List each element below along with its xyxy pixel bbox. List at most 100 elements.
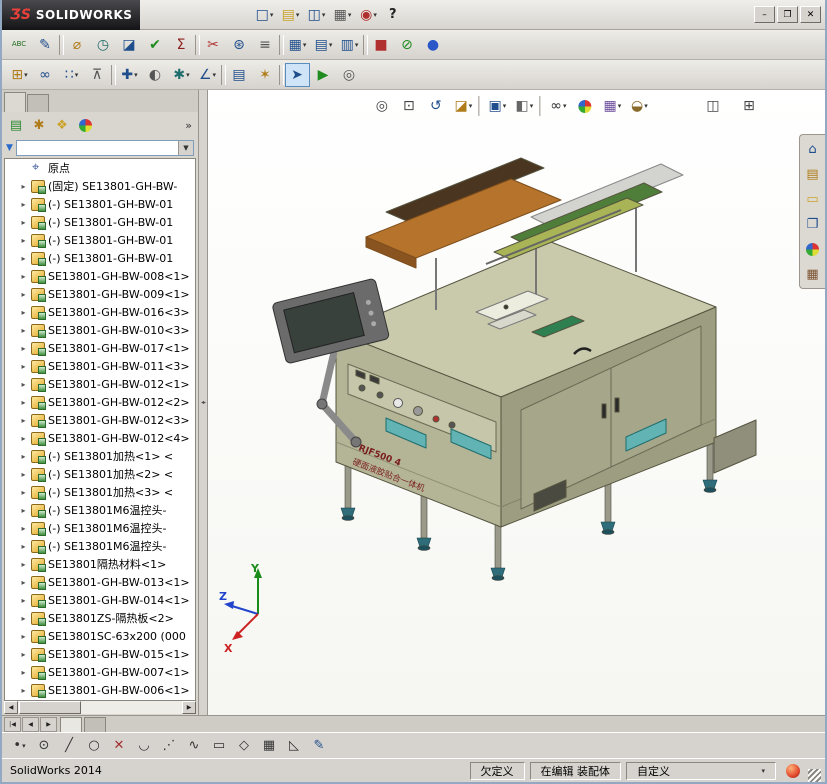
graphics-viewport[interactable]: ◎ ⊡ ↺ ◪ ▾ ▣ ▾ ◧ ▾ ∞ ▾ ▦ ▾ ◒ ▾ ◫ ⊞ RJF500… <box>208 90 825 715</box>
menu-item[interactable] <box>200 12 214 18</box>
expand-arrow-icon[interactable]: ▸ <box>19 308 28 317</box>
menu-item[interactable] <box>158 12 172 18</box>
menu-item[interactable] <box>172 12 186 18</box>
scroll-right-arrow-icon[interactable]: ▶ <box>182 701 196 714</box>
dimxpert-button[interactable]: ≡ <box>253 33 278 57</box>
exploded-view-button[interactable]: ✶ <box>253 63 278 87</box>
tree-item[interactable]: ▸ (-) SE13801-GH-BW-01 <box>5 213 195 231</box>
dropdown-arrow-icon[interactable]: ▾ <box>24 71 28 79</box>
configurationmanager-icon[interactable]: ❖ <box>52 115 72 135</box>
displaymanager-icon[interactable] <box>75 115 95 135</box>
dropdown-arrow-icon[interactable]: ▾ <box>373 11 377 19</box>
tree-item[interactable]: ▸ SE13801-GH-BW-012<1> <box>5 375 195 393</box>
panel-tab[interactable] <box>27 94 49 112</box>
tree-filter-combo[interactable]: ▼ <box>15 140 194 156</box>
tree-item[interactable]: ▸ SE13801-GH-BW-010<3> <box>5 321 195 339</box>
splitter-grip-icon[interactable]: ◂▸ <box>201 399 206 406</box>
expand-arrow-icon[interactable]: ▸ <box>19 614 28 623</box>
expand-arrow-icon[interactable]: ▸ <box>19 236 28 245</box>
dropdown-arrow-icon[interactable]: ▾ <box>469 102 473 110</box>
expand-arrow-icon[interactable]: ▸ <box>19 182 28 191</box>
options-button[interactable]: ◉ ▾ <box>356 3 381 27</box>
collapse-taskpane-button[interactable]: ⊞ <box>739 96 759 116</box>
expand-arrow-icon[interactable]: ▸ <box>19 686 28 695</box>
dropdown-arrow-icon[interactable]: ▾ <box>270 11 274 19</box>
tree-item[interactable]: ▸ (-) SE13801加热<2> < <box>5 465 195 483</box>
tree-item[interactable]: ▸ SE13801-GH-BW-012<2> <box>5 393 195 411</box>
tree-item[interactable]: ▸ SE13801-GH-BW-011<3> <box>5 357 195 375</box>
reference-geometry-button[interactable]: ∠ ▾ <box>195 63 220 87</box>
scrollbar-thumb[interactable] <box>19 701 81 714</box>
equations-button[interactable]: Σ <box>169 33 194 57</box>
bill-of-materials-button[interactable]: ▤ <box>227 63 252 87</box>
featuremanager-design-tree-icon[interactable]: ▤ <box>6 115 26 135</box>
dropdown-arrow-icon[interactable]: ▼ <box>178 141 193 155</box>
customize-dropdown[interactable]: 自定义 ▾ <box>626 761 776 780</box>
format-painter-button[interactable]: ✎ <box>33 33 58 57</box>
scroll-left-arrow-icon[interactable]: ◀ <box>4 701 18 714</box>
tree-item[interactable]: ▸ (-) SE13801-GH-BW-01 <box>5 231 195 249</box>
expand-arrow-icon[interactable]: ▸ <box>19 362 28 371</box>
toolbar-button[interactable] <box>59 34 64 55</box>
expand-arrow-icon[interactable]: ▸ <box>19 326 28 335</box>
hole-table-button[interactable]: ▥ ▾ <box>337 33 362 57</box>
toolbar-button[interactable] <box>363 34 368 55</box>
new-document-button[interactable]: □ ▾ <box>252 3 277 27</box>
menu-item[interactable] <box>144 12 158 18</box>
show-hidden-components-button[interactable]: ◐ <box>143 63 168 87</box>
scroll-prev-button[interactable]: ◀ <box>22 717 39 732</box>
expand-arrow-icon[interactable]: ▸ <box>19 254 28 263</box>
dropdown-arrow-icon[interactable]: ▾ <box>303 41 307 49</box>
close-button[interactable]: ✕ <box>800 6 821 23</box>
tree-item[interactable]: ▸ SE13801-GH-BW-017<1> <box>5 339 195 357</box>
previous-view-button[interactable]: ↺ <box>424 94 449 118</box>
tree-item[interactable]: ▸ (-) SE13801M6温控头- <box>5 501 195 519</box>
polygon-button[interactable]: ◇ <box>233 735 256 756</box>
expand-arrow-icon[interactable]: ▸ <box>19 416 28 425</box>
dropdown-arrow-icon[interactable]: ▾ <box>186 71 190 79</box>
tree-item[interactable]: ▸ (-) SE13801M6温控头- <box>5 537 195 555</box>
study-tab[interactable] <box>60 717 82 732</box>
arc-button[interactable]: ◡ <box>133 735 156 756</box>
dropdown-arrow-icon[interactable]: ▾ <box>134 71 138 79</box>
curvature-display-button[interactable]: ● <box>421 33 446 57</box>
expand-arrow-icon[interactable]: ▸ <box>19 380 28 389</box>
design-table-button[interactable]: ▦ ▾ <box>285 33 310 57</box>
expand-arrow-icon[interactable]: ▸ <box>19 668 28 677</box>
dropdown-arrow-icon[interactable]: ▾ <box>503 102 507 110</box>
scroll-first-button[interactable]: |◀ <box>4 717 21 732</box>
dropdown-arrow-icon[interactable]: ▾ <box>296 11 300 19</box>
dropdown-arrow-icon[interactable]: ▾ <box>348 11 352 19</box>
deviation-analysis-button[interactable]: ⊘ <box>395 33 420 57</box>
expand-arrow-icon[interactable]: ▸ <box>19 452 28 461</box>
trim-button[interactable]: ✂ <box>201 33 226 57</box>
expand-arrow-icon[interactable]: ▸ <box>19 596 28 605</box>
expand-arrow-icon[interactable]: ▸ <box>19 290 28 299</box>
tree-item[interactable]: ▸ SE13801-GH-BW-008<1> <box>5 267 195 285</box>
expand-arrow-icon[interactable]: ▸ <box>19 650 28 659</box>
view-palette-icon[interactable]: ❐ <box>803 214 823 234</box>
tree-item[interactable]: ▸ SE13801-GH-BW-015<1> <box>5 645 195 663</box>
tree-item[interactable]: ▸ (-) SE13801加热<3> < <box>5 483 195 501</box>
tree-item[interactable]: ▸ SE13801隔热材料<1> <box>5 555 195 573</box>
view-toolbar-button[interactable] <box>477 96 483 116</box>
dropdown-arrow-icon[interactable]: ▾ <box>644 102 648 110</box>
sketch-button[interactable]: ✎ <box>308 735 331 756</box>
expand-arrow-icon[interactable]: ▸ <box>19 632 28 641</box>
split-pane-button[interactable]: ◫ <box>703 96 723 116</box>
dropdown-arrow-icon[interactable]: ▾ <box>22 742 26 750</box>
expand-arrow-icon[interactable]: ▸ <box>19 218 28 227</box>
expand-arrow-icon[interactable]: ▸ <box>19 200 28 209</box>
panel-overflow-button[interactable]: » <box>185 119 194 132</box>
assembly-3d-model[interactable]: RJF500 4 硬面液胶贴合一体机 <box>236 142 781 687</box>
linear-component-pattern-button[interactable]: ∷ ▾ <box>59 63 84 87</box>
dropdown-arrow-icon[interactable]: ▾ <box>530 102 534 110</box>
expand-arrow-icon[interactable]: ▸ <box>19 470 28 479</box>
tree-item[interactable]: ▸ (-) SE13801-GH-BW-01 <box>5 249 195 267</box>
scrollbar-track[interactable] <box>81 701 182 714</box>
options-wrench-button[interactable]: ⊛ <box>227 33 252 57</box>
design-library-icon[interactable]: ▤ <box>803 164 823 184</box>
expand-arrow-icon[interactable]: ▸ <box>19 272 28 281</box>
line-button[interactable]: ╱ <box>58 735 81 756</box>
sketch-point-button[interactable]: • ▾ <box>8 735 31 756</box>
